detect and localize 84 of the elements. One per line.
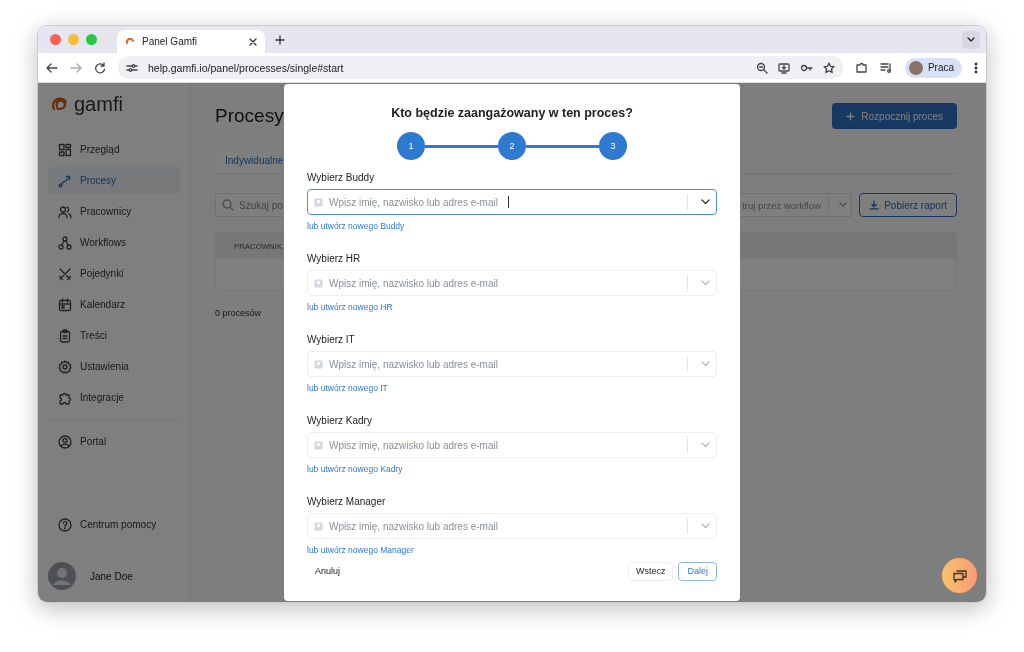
help-icon bbox=[58, 517, 72, 532]
contact-card-icon bbox=[314, 359, 323, 369]
more-icon[interactable] bbox=[974, 61, 978, 74]
profile-avatar bbox=[908, 60, 923, 75]
field-label: Wybierz Manager bbox=[307, 496, 387, 507]
step-indicator: 3 bbox=[599, 132, 627, 160]
profile-name: Praca bbox=[927, 62, 954, 73]
page-title: Procesy bbox=[215, 105, 284, 127]
install-icon[interactable] bbox=[777, 61, 790, 74]
create-new-link[interactable]: lub utwórz nowego Buddy bbox=[307, 221, 717, 231]
help-center-link[interactable]: Centrum pomocy bbox=[48, 511, 180, 538]
sidebar-item[interactable]: Treści bbox=[48, 322, 180, 349]
calendar-icon bbox=[58, 297, 72, 312]
profile-button[interactable]: Praca bbox=[904, 57, 962, 78]
person-select-field[interactable]: Wpisz imię, nazwisko lub adres e-mail bbox=[307, 351, 717, 377]
star-icon[interactable] bbox=[822, 61, 835, 74]
person-select-field[interactable]: Wpisz imię, nazwisko lub adres e-mail bbox=[307, 270, 717, 296]
sidebar-item[interactable]: Przegląd bbox=[48, 136, 180, 163]
sidebar-item[interactable]: Pracownicy bbox=[48, 198, 180, 225]
process-count: 0 procesów bbox=[215, 308, 262, 318]
contact-card-icon bbox=[314, 278, 323, 288]
field-label: Wybierz Kadry bbox=[307, 415, 373, 426]
create-new-link[interactable]: lub utwórz nowego Kadry bbox=[307, 464, 717, 474]
puzzle-icon bbox=[58, 390, 72, 405]
search-icon bbox=[222, 199, 234, 211]
chevron-down-icon bbox=[700, 280, 710, 286]
sidebar-item[interactable]: Portal bbox=[48, 428, 180, 455]
sidebar-item[interactable]: Ustawienia bbox=[48, 353, 180, 380]
user-avatar-icon bbox=[48, 562, 76, 590]
sidebar-item[interactable]: Kalendarz bbox=[48, 291, 180, 318]
chevron-down-icon bbox=[700, 361, 710, 367]
step-indicator: 2 bbox=[498, 132, 526, 160]
step-indicator: 1 bbox=[397, 132, 425, 160]
chevron-down-icon bbox=[967, 36, 975, 43]
browser-tab[interactable]: Panel Gamfi bbox=[117, 30, 265, 53]
contact-card-icon bbox=[314, 440, 323, 450]
field-label: Wybierz Buddy bbox=[307, 172, 376, 183]
route-icon bbox=[58, 173, 72, 188]
grid-icon bbox=[58, 142, 72, 157]
create-new-link[interactable]: lub utwórz nowego HR bbox=[307, 302, 717, 312]
plus-icon bbox=[846, 111, 856, 121]
gear-icon bbox=[58, 359, 72, 374]
people-icon bbox=[58, 204, 72, 219]
contact-card-icon bbox=[314, 521, 323, 531]
chevron-down-icon bbox=[700, 523, 710, 529]
create-new-link[interactable]: lub utwórz nowego IT bbox=[307, 383, 717, 393]
zoom-icon[interactable] bbox=[755, 61, 768, 74]
reload-icon[interactable] bbox=[94, 61, 106, 74]
field-label: Wybierz IT bbox=[307, 334, 356, 345]
download-report-button[interactable]: Pobierz raport bbox=[859, 193, 957, 217]
field-label: Wybierz HR bbox=[307, 253, 362, 264]
close-icon bbox=[249, 37, 257, 46]
sidebar-item[interactable]: Integracje bbox=[48, 384, 180, 411]
back-icon[interactable] bbox=[46, 61, 58, 74]
nodes-icon bbox=[58, 235, 72, 250]
crossed-swords-icon bbox=[58, 266, 72, 281]
person-select-field[interactable]: Wpisz imię, nazwisko lub adres e-mail bbox=[307, 432, 717, 458]
modal-title: Kto będzie zaangażowany w ten proces? bbox=[390, 106, 634, 120]
contact-card-icon bbox=[314, 197, 323, 207]
download-icon bbox=[869, 200, 880, 210]
user-circle-icon bbox=[58, 434, 72, 449]
person-select-field[interactable]: Wpisz imię, nazwisko lub adres e-mail bbox=[307, 189, 717, 215]
sidebar-item[interactable]: Workflows bbox=[48, 229, 180, 256]
sidebar-item[interactable]: Pojedynki bbox=[48, 260, 180, 287]
sidebar-item[interactable]: Procesy bbox=[48, 167, 180, 194]
chat-bubbles-icon bbox=[951, 567, 968, 584]
tab-title: Panel Gamfi bbox=[142, 36, 199, 47]
site-settings-icon bbox=[126, 61, 138, 74]
url-text: help.gamfi.io/panel/processes/single#start bbox=[148, 61, 345, 74]
person-select-field[interactable]: Wpisz imię, nazwisko lub adres e-mail bbox=[307, 513, 717, 539]
chevron-down-icon bbox=[700, 442, 710, 448]
chevron-down-icon bbox=[700, 199, 710, 205]
create-new-link[interactable]: lub utwórz nowego Manager bbox=[307, 545, 717, 555]
tab-list-button[interactable] bbox=[962, 30, 980, 49]
next-button[interactable]: Dalej bbox=[678, 561, 717, 581]
user-name: Jane Doe bbox=[90, 570, 133, 582]
back-button[interactable]: Wstecz bbox=[627, 561, 674, 581]
logo-text: gamfi bbox=[74, 93, 123, 116]
start-process-button[interactable]: Rozpocznij proces bbox=[832, 103, 957, 129]
address-bar[interactable]: help.gamfi.io/panel/processes/single#start bbox=[118, 56, 843, 79]
clipboard-icon bbox=[58, 328, 72, 343]
media-icon[interactable] bbox=[879, 61, 893, 74]
plus-icon bbox=[275, 35, 285, 45]
favicon-icon bbox=[125, 36, 135, 47]
